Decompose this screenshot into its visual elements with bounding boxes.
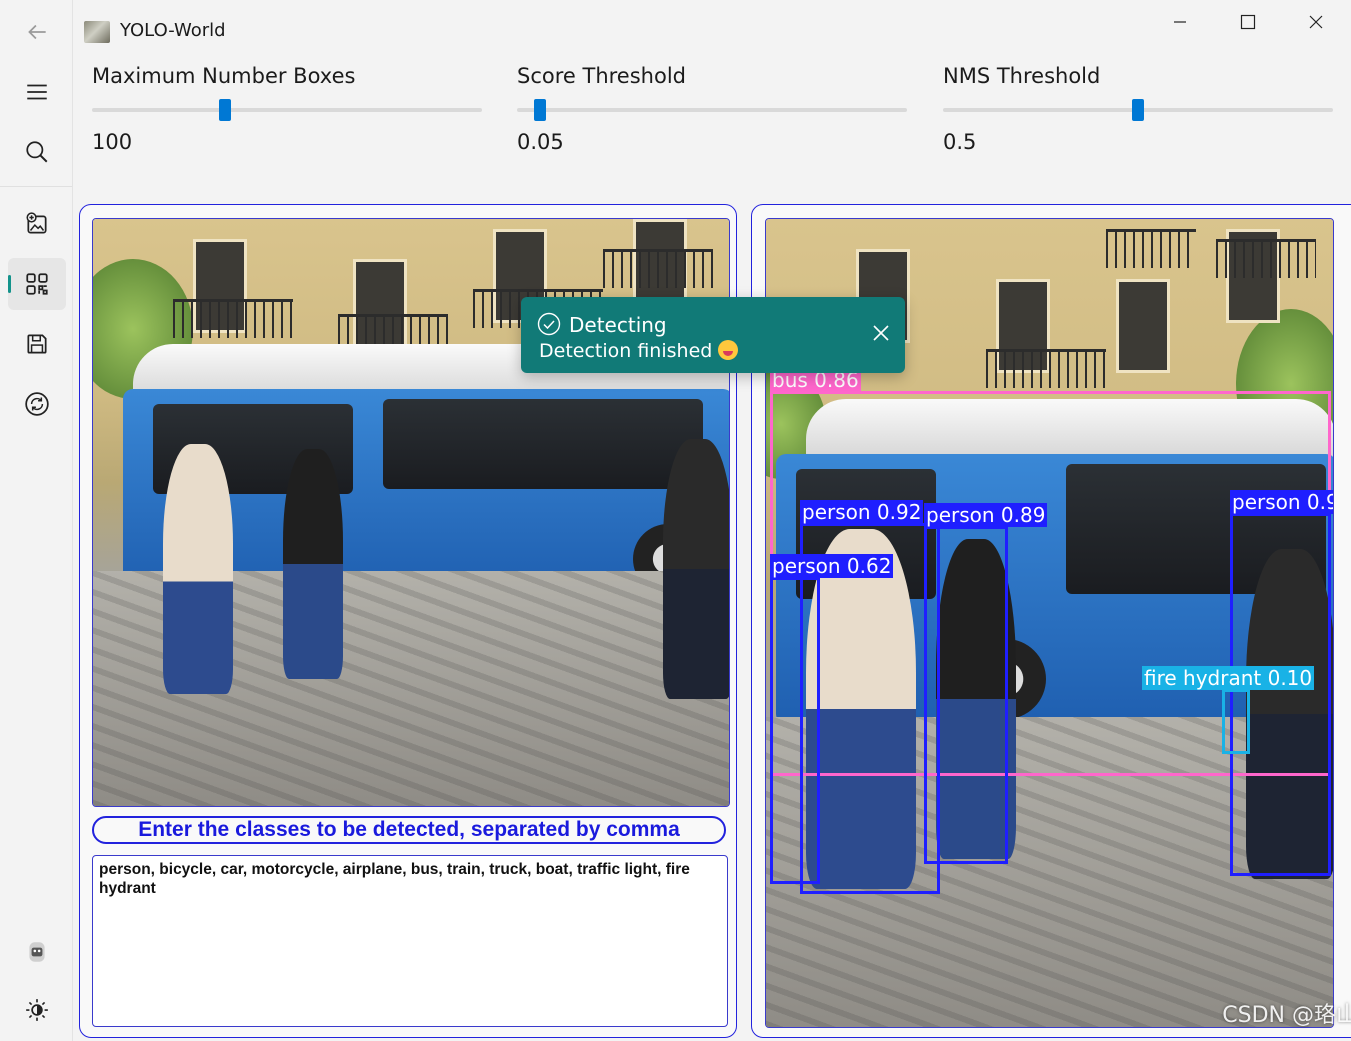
minimize-button[interactable] [1146,0,1214,44]
detection-label: person 0.92 [1230,490,1333,514]
search-icon [26,141,48,163]
selection-indicator [8,275,11,293]
slider-thumb[interactable] [218,99,231,121]
watermark: CSDN @珞山春风 [1222,1003,1351,1028]
app-icon [84,21,110,43]
slider-label: NMS Threshold [943,64,1101,88]
brightness-icon [26,999,48,1021]
slider-value: 100 [92,130,133,154]
nms-threshold-slider-group: NMS Threshold 0.5 [943,64,1333,154]
slider-value: 0.5 [943,130,977,154]
minimize-icon [1174,21,1186,23]
max-boxes-slider-group: Maximum Number Boxes 100 [92,64,482,154]
slider-thumb[interactable] [1132,99,1144,121]
theme-button[interactable] [8,984,66,1036]
detection-box-person: person 0.92 [800,500,940,894]
refresh-button[interactable] [8,378,66,430]
toast-close-button[interactable] [871,323,891,343]
hamburger-icon [27,84,47,100]
detect-button[interactable] [8,258,66,310]
detection-box-person: person 0.89 [924,503,1048,864]
save-icon [27,334,47,354]
qr-code-icon [26,273,48,295]
slider-value: 0.05 [517,130,564,154]
navigation-rail [0,0,73,1041]
classes-prompt-label: Enter the classes to be detected, separa… [92,816,726,844]
nav-divider [0,186,72,187]
open-image-button[interactable] [8,198,66,250]
toast-title: Detecting [569,313,667,337]
laughing-emoji-icon [718,340,739,360]
detection-toast: Detecting Detection finished [521,297,905,373]
slider-thumb[interactable] [534,99,547,121]
slider-label: Maximum Number Boxes [92,64,356,88]
score-threshold-slider[interactable] [517,99,907,121]
back-arrow-icon [28,24,46,40]
toast-message: Detection finished [539,340,713,362]
slider-label: Score Threshold [517,64,686,88]
about-button[interactable] [8,926,66,978]
toast-message-row: Detection finished [539,340,739,362]
detection-label: fire hydrant 0.10 [1142,666,1315,690]
image-add-icon [26,212,47,234]
score-threshold-slider-group: Score Threshold 0.05 [517,64,907,154]
app-title: YOLO-World [120,20,226,41]
close-window-button[interactable] [1282,0,1350,44]
save-button[interactable] [8,318,66,370]
back-button[interactable] [8,6,66,58]
detection-label: person 0.92 [800,500,924,524]
checkmark-circle-icon [537,312,561,336]
classes-input[interactable]: person, bicycle, car, motorcycle, airpla… [92,855,728,1027]
search-button[interactable] [8,126,66,178]
detection-label: person 0.62 [770,554,894,578]
avatar-icon [29,942,45,962]
close-icon [1309,15,1323,29]
maximize-button[interactable] [1214,0,1282,44]
sync-icon [25,392,49,416]
menu-button[interactable] [8,66,66,118]
detection-box-fire-hydrant: fire hydrant 0.10 [1142,666,1315,754]
nms-threshold-slider[interactable] [943,99,1333,121]
detection-box-person: person 0.62 [770,554,894,884]
maximize-icon [1240,14,1256,30]
detection-label: person 0.89 [924,503,1048,527]
max-boxes-slider[interactable] [92,99,482,121]
